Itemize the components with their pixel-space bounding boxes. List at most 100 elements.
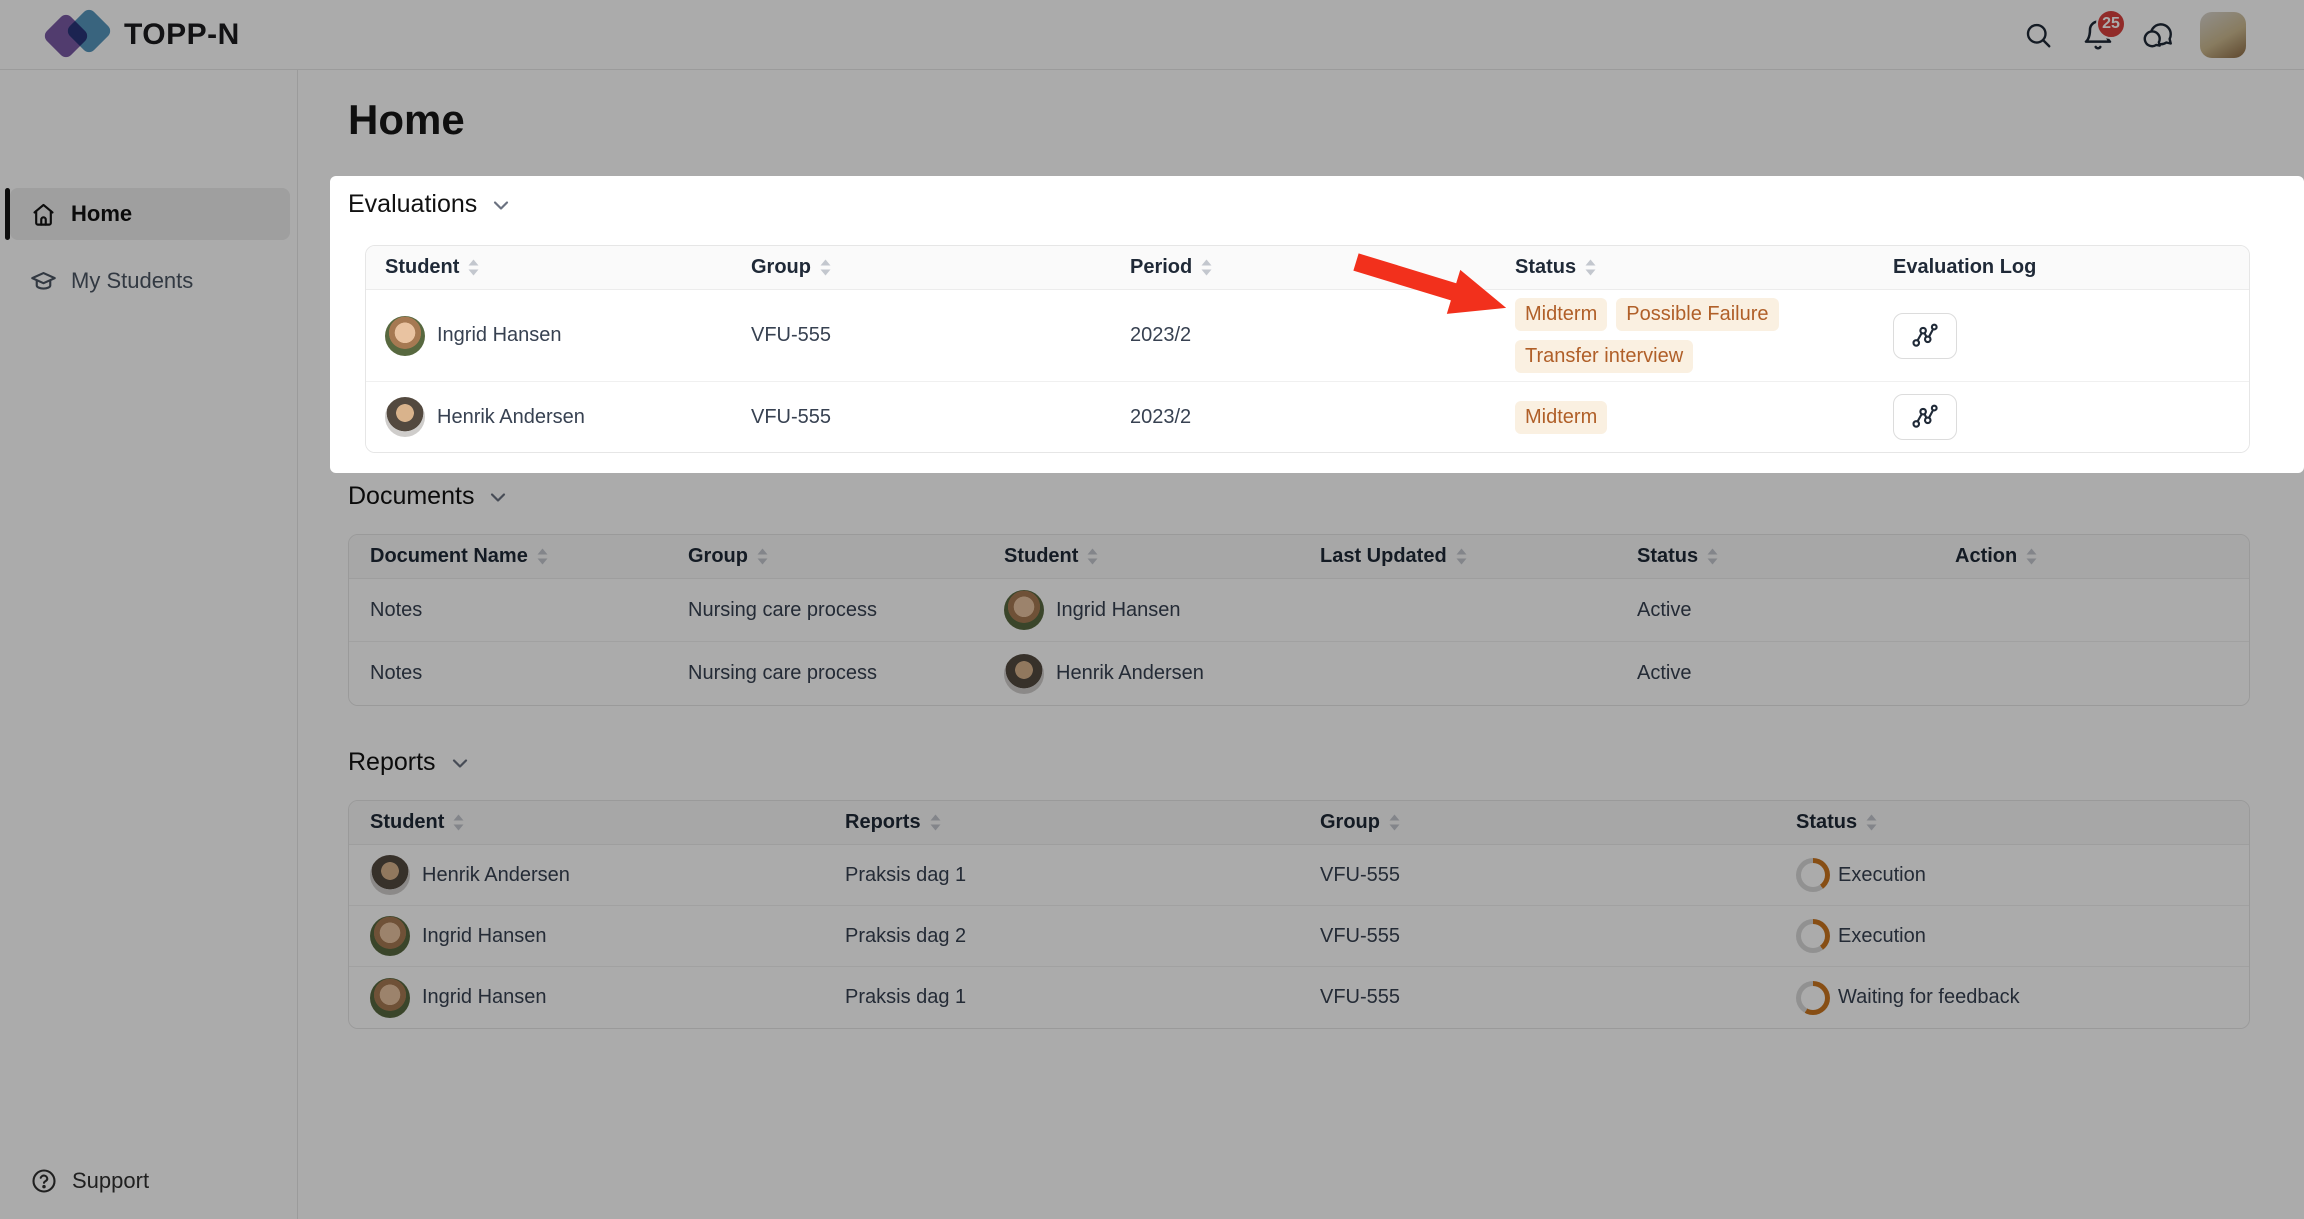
column-label: Group: [751, 256, 811, 279]
column-header-document-name[interactable]: Document Name: [349, 545, 667, 568]
group-cell: VFU-555: [732, 324, 1111, 347]
avatar: [370, 916, 410, 956]
group-cell-value: Nursing care process: [688, 662, 877, 685]
evaluation-log-button[interactable]: [1893, 313, 1957, 359]
chat-icon[interactable]: [2140, 17, 2176, 53]
column-label: Document Name: [370, 545, 528, 568]
progress-ring-icon: [1796, 981, 1830, 1015]
column-label: Period: [1130, 256, 1192, 279]
column-header-reports[interactable]: Reports: [824, 811, 1299, 834]
progress-ring-icon: [1796, 858, 1830, 892]
search-icon[interactable]: [2020, 17, 2056, 53]
support-label: Support: [72, 1168, 149, 1194]
reports-section-title: Reports: [348, 748, 472, 777]
status-cell: Midterm Possible Failure Transfer intervie…: [1496, 290, 1874, 381]
sort-icon: [1865, 813, 1878, 832]
column-header-student[interactable]: Student: [983, 545, 1299, 568]
sort-icon: [756, 547, 769, 566]
student-cell: Henrik Andersen: [983, 654, 1299, 694]
column-header-action[interactable]: Action: [1934, 545, 2249, 568]
table-row: Ingrid HansenPraksis dag 2VFU-555Executi…: [349, 906, 2249, 967]
column-header-period[interactable]: Period: [1111, 256, 1496, 279]
column-header-last-updated[interactable]: Last Updated: [1299, 545, 1616, 568]
notifications-bell-icon[interactable]: 25: [2080, 17, 2116, 53]
column-label: Student: [1004, 545, 1078, 568]
progress-ring-icon: [1796, 919, 1830, 953]
student-cell: Ingrid Hansen: [366, 316, 732, 356]
table-header-row: Document Name Group Student Last Updated Sta…: [349, 535, 2249, 579]
student-name: Ingrid Hansen: [1056, 599, 1181, 622]
report-cell-value: Praksis dag 2: [845, 925, 966, 948]
column-header-status[interactable]: Status: [1616, 545, 1934, 568]
avatar: [370, 978, 410, 1018]
student-cell: Henrik Andersen: [349, 855, 824, 895]
report-cell-value: Praksis dag 1: [845, 986, 966, 1009]
group-cell-value: VFU-555: [1320, 925, 1400, 948]
avatar: [385, 397, 425, 437]
column-header-student[interactable]: Student: [366, 256, 732, 279]
student-cell: Ingrid Hansen: [983, 590, 1299, 630]
help-circle-icon: [30, 1167, 58, 1195]
report-cell: Praksis dag 1: [824, 864, 1299, 887]
column-label: Status: [1515, 256, 1576, 279]
table-row: Notes Nursing care process Ingrid Hansen Ac…: [349, 579, 2249, 642]
column-header-group[interactable]: Group: [732, 256, 1111, 279]
support-link[interactable]: Support: [30, 1167, 149, 1195]
column-header-status[interactable]: Status: [1496, 256, 1874, 279]
table-header-row: StudentReportsGroupStatus: [349, 801, 2249, 845]
chevron-down-icon[interactable]: [486, 485, 510, 509]
column-label: Student: [385, 256, 459, 279]
status-badge-transfer-interview: Transfer interview: [1515, 340, 1693, 373]
sort-icon: [2025, 547, 2038, 566]
sidebar-item-my-students[interactable]: My Students: [10, 255, 290, 307]
sidebar-item-home[interactable]: Home: [10, 188, 290, 240]
student-name: Henrik Andersen: [1056, 662, 1204, 685]
evaluation-log-button[interactable]: [1893, 394, 1957, 440]
student-name: Ingrid Hansen: [422, 925, 547, 948]
section-label: Evaluations: [348, 190, 477, 219]
table-header-row: Student Group Period Status Evaluation Log: [366, 246, 2249, 290]
sort-icon: [1200, 258, 1213, 277]
sort-icon: [1455, 547, 1468, 566]
table-body: Ingrid Hansen VFU-555 2023/2 Midterm Possibl…: [366, 290, 2249, 452]
status-badge-possible-failure: Possible Failure: [1616, 298, 1778, 331]
group-cell: VFU-555: [1299, 986, 1775, 1009]
sort-icon: [1388, 813, 1401, 832]
table-row: Henrik AndersenPraksis dag 1VFU-555Execu…: [349, 845, 2249, 906]
sort-icon: [819, 258, 832, 277]
column-header-group[interactable]: Group: [667, 545, 983, 568]
status-cell: Midterm: [1496, 393, 1874, 442]
column-label: Action: [1955, 545, 2017, 568]
column-header-student[interactable]: Student: [349, 811, 824, 834]
avatar: [1004, 654, 1044, 694]
column-label: Last Updated: [1320, 545, 1447, 568]
student-cell: Ingrid Hansen: [349, 916, 824, 956]
status-badges: Midterm Possible Failure Transfer intervie…: [1515, 290, 1874, 381]
sort-icon: [467, 258, 480, 277]
chevron-down-icon[interactable]: [448, 751, 472, 775]
brand[interactable]: TOPP-N: [46, 0, 240, 70]
sort-icon: [536, 547, 549, 566]
table-row: Henrik AndersenVFU-5552023/2Midterm: [366, 382, 2249, 452]
group-cell-value: VFU-555: [751, 324, 831, 347]
document-name-cell-value: Notes: [370, 599, 422, 622]
topbar-actions: 25: [2020, 0, 2246, 70]
status-cell-value: Active: [1637, 599, 1691, 622]
user-avatar[interactable]: [2200, 12, 2246, 58]
sort-icon: [929, 813, 942, 832]
avatar: [385, 316, 425, 356]
chevron-down-icon[interactable]: [489, 193, 513, 217]
evaluations-section-title: Evaluations: [348, 190, 513, 219]
status-cell: Waiting for feedback: [1775, 981, 2249, 1015]
period-cell-value: 2023/2: [1130, 324, 1191, 347]
status-cell: Active: [1616, 599, 1934, 622]
column-header-group[interactable]: Group: [1299, 811, 1775, 834]
app-root: TOPP-N 25 Home My Students: [0, 0, 2304, 1219]
column-header-status[interactable]: Status: [1775, 811, 2249, 834]
table-row: Ingrid Hansen VFU-555 2023/2 Midterm Possibl…: [366, 290, 2249, 382]
status-badge-midterm: Midterm: [1515, 298, 1607, 331]
section-label: Documents: [348, 482, 474, 511]
column-header-evaluation-log[interactable]: Evaluation Log: [1874, 256, 2249, 279]
group-cell-value: Nursing care process: [688, 599, 877, 622]
group-cell: VFU-555: [1299, 925, 1775, 948]
